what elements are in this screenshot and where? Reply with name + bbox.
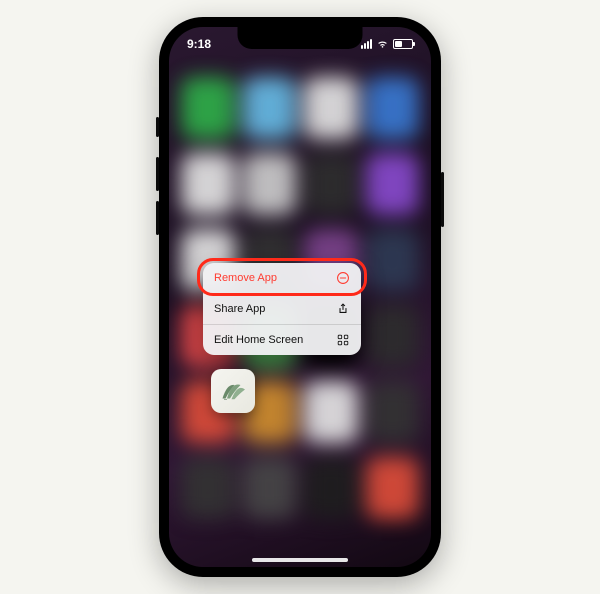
remove-circle-icon	[336, 271, 350, 285]
menu-item-label: Share App	[214, 303, 265, 315]
iphone-device-frame: 9:18	[159, 17, 441, 577]
context-menu-card: Remove App Share App Edit Home Screen	[203, 263, 361, 355]
edit-grid-icon	[336, 333, 350, 347]
cellular-signal-icon	[361, 39, 372, 49]
status-indicators	[361, 39, 413, 49]
plant-leaf-icon	[218, 376, 248, 406]
volume-down-button	[156, 201, 159, 235]
mute-switch	[156, 117, 159, 137]
selected-app-icon[interactable]	[211, 369, 255, 413]
battery-icon	[393, 39, 413, 49]
volume-up-button	[156, 157, 159, 191]
share-app-menu-item[interactable]: Share App	[203, 294, 361, 325]
notch	[238, 27, 363, 49]
power-button	[441, 172, 444, 227]
remove-app-menu-item[interactable]: Remove App	[203, 263, 361, 294]
wifi-icon	[376, 39, 389, 49]
share-icon	[336, 302, 350, 316]
app-context-menu: Remove App Share App Edit Home Screen	[203, 263, 361, 355]
menu-item-label: Edit Home Screen	[214, 334, 303, 346]
edit-home-screen-menu-item[interactable]: Edit Home Screen	[203, 325, 361, 355]
home-indicator[interactable]	[252, 558, 348, 562]
menu-item-label: Remove App	[214, 272, 277, 284]
status-time: 9:18	[187, 37, 211, 51]
phone-screen: 9:18	[169, 27, 431, 567]
